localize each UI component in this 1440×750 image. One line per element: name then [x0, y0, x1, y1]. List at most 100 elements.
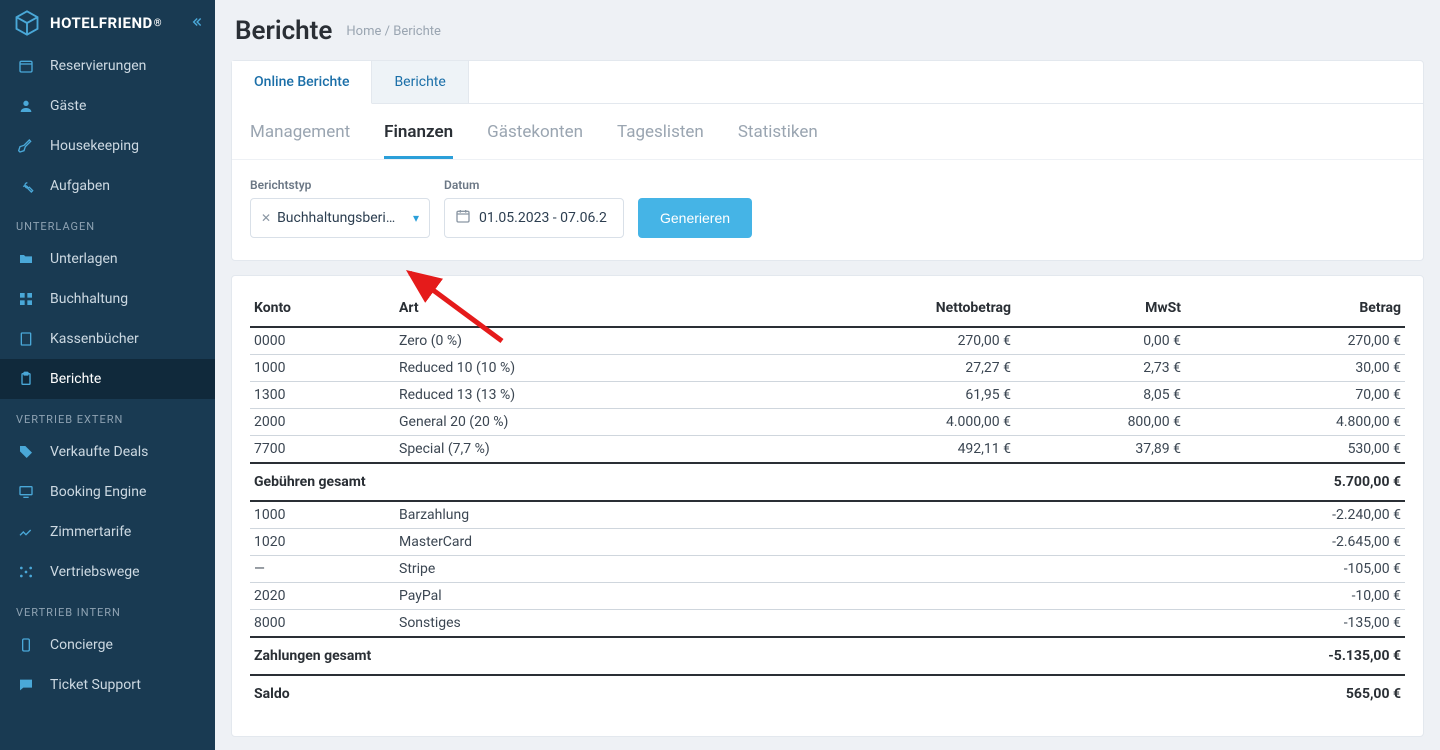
sidebar-item-zimmertarife[interactable]: Zimmertarife	[0, 512, 215, 552]
sidebar-collapse-icon[interactable]	[189, 14, 203, 33]
cell-art: Stripe	[395, 556, 795, 583]
sidebar-item-reservierungen[interactable]: Reservierungen	[0, 46, 215, 86]
sidebar-item-kassenbuecher[interactable]: Kassenbücher	[0, 319, 215, 359]
cell-art: Sonstiges	[395, 610, 795, 638]
brand-logo-icon	[12, 8, 42, 38]
sidebar-item-booking-engine[interactable]: Booking Engine	[0, 472, 215, 512]
breadcrumb-home[interactable]: Home	[346, 24, 381, 39]
sidebar-item-verkaufte-deals[interactable]: Verkaufte Deals	[0, 432, 215, 472]
sidebar-item-aufgaben[interactable]: Aufgaben	[0, 166, 215, 206]
wrench-icon	[16, 176, 36, 196]
breadcrumb: Home / Berichte	[346, 24, 440, 39]
sidebar: HOTELFRIEND® Reservierungen Gäste Housek…	[0, 0, 215, 750]
sidebar-item-label: Unterlagen	[50, 251, 118, 267]
cell-netto	[795, 501, 1015, 529]
cell-betrag: -135,00 €	[1185, 610, 1405, 638]
sidebar-item-ticket-support[interactable]: Ticket Support	[0, 665, 215, 705]
table-row: 1000Reduced 10 (10 %)27,27 €2,73 €30,00 …	[250, 355, 1405, 382]
table-row: 1020MasterCard-2.645,00 €	[250, 529, 1405, 556]
cell-betrag: 30,00 €	[1185, 355, 1405, 382]
subtab-management[interactable]: Management	[250, 122, 350, 159]
table-row: 2020PayPal-10,00 €	[250, 583, 1405, 610]
cell-betrag: 530,00 €	[1185, 436, 1405, 464]
cell-konto: 1300	[250, 382, 395, 409]
th-mwst: MwSt	[1015, 290, 1185, 327]
page-header: Berichte Home / Berichte	[231, 16, 1424, 46]
cell-art: Reduced 10 (10 %)	[395, 355, 795, 382]
chevron-down-icon: ▾	[413, 211, 419, 225]
tab-berichte[interactable]: Berichte	[372, 61, 468, 103]
cell-konto: 7700	[250, 436, 395, 464]
clipboard-icon	[16, 369, 36, 389]
field-label-date: Datum	[444, 178, 624, 192]
cell-netto: 492,11 €	[795, 436, 1015, 464]
cell-art: Reduced 13 (13 %)	[395, 382, 795, 409]
report-card: Konto Art Nettobetrag MwSt Betrag 0000Ze…	[231, 275, 1424, 737]
table-row: —Stripe-105,00 €	[250, 556, 1405, 583]
cell-konto: 1020	[250, 529, 395, 556]
sidebar-item-vertriebswege[interactable]: Vertriebswege	[0, 552, 215, 592]
table-row: 0000Zero (0 %)270,00 €0,00 €270,00 €	[250, 327, 1405, 355]
user-icon	[16, 96, 36, 116]
cell-mwst	[1015, 583, 1185, 610]
date-range-input[interactable]: 01.05.2023 - 07.06.2	[444, 198, 624, 238]
table-row: 1300Reduced 13 (13 %)61,95 €8,05 €70,00 …	[250, 382, 1405, 409]
th-betrag: Betrag	[1185, 290, 1405, 327]
broom-icon	[16, 136, 36, 156]
cell-betrag: 4.800,00 €	[1185, 409, 1405, 436]
subtab-tageslisten[interactable]: Tageslisten	[617, 122, 704, 159]
th-netto: Nettobetrag	[795, 290, 1015, 327]
cell-betrag: 270,00 €	[1185, 327, 1405, 355]
sidebar-item-label: Kassenbücher	[50, 331, 139, 347]
filters-row: Berichtstyp ✕ Buchhaltungsberi… ▾ Datum …	[232, 160, 1423, 260]
cell-netto: 27,27 €	[795, 355, 1015, 382]
sidebar-item-label: Verkaufte Deals	[50, 444, 148, 460]
cell-netto: 61,95 €	[795, 382, 1015, 409]
sidebar-section-unterlagen: UNTERLAGEN	[0, 206, 215, 239]
sidebar-item-concierge[interactable]: Concierge	[0, 625, 215, 665]
calendar-icon	[455, 208, 471, 228]
cell-betrag: 70,00 €	[1185, 382, 1405, 409]
payments-total-label: Zahlungen gesamt	[250, 637, 1185, 675]
sidebar-item-unterlagen[interactable]: Unterlagen	[0, 239, 215, 279]
sidebar-item-buchhaltung[interactable]: Buchhaltung	[0, 279, 215, 319]
sidebar-item-label: Aufgaben	[50, 178, 110, 194]
cell-mwst: 8,05 €	[1015, 382, 1185, 409]
cell-mwst: 2,73 €	[1015, 355, 1185, 382]
sidebar-item-gaeste[interactable]: Gäste	[0, 86, 215, 126]
tag-icon	[16, 442, 36, 462]
cell-mwst: 37,89 €	[1015, 436, 1185, 464]
report-type-select[interactable]: ✕ Buchhaltungsberi… ▾	[250, 198, 430, 238]
phone-icon	[16, 635, 36, 655]
chart-icon	[16, 522, 36, 542]
sidebar-item-berichte[interactable]: Berichte	[0, 359, 215, 399]
date-range-value: 01.05.2023 - 07.06.2	[479, 210, 607, 226]
fees-total-label: Gebühren gesamt	[250, 463, 1185, 501]
brand[interactable]: HOTELFRIEND®	[0, 0, 215, 46]
cell-netto	[795, 583, 1015, 610]
field-date: Datum 01.05.2023 - 07.06.2	[444, 178, 624, 238]
subtab-finanzen[interactable]: Finanzen	[384, 122, 453, 159]
cell-mwst	[1015, 529, 1185, 556]
subtab-statistiken[interactable]: Statistiken	[738, 122, 818, 159]
cell-betrag: -2.240,00 €	[1185, 501, 1405, 529]
sidebar-section-vertrieb-intern: VERTRIEB INTERN	[0, 592, 215, 625]
sidebar-item-label: Ticket Support	[50, 677, 141, 693]
filter-card: Online Berichte Berichte Management Fina…	[231, 60, 1424, 261]
clear-icon[interactable]: ✕	[261, 211, 271, 225]
th-art: Art	[395, 290, 795, 327]
tab-online-berichte[interactable]: Online Berichte	[232, 61, 372, 104]
sidebar-item-label: Reservierungen	[50, 58, 146, 74]
report-table: Konto Art Nettobetrag MwSt Betrag 0000Ze…	[250, 290, 1405, 712]
sub-tabs: Management Finanzen Gästekonten Tageslis…	[232, 104, 1423, 160]
sidebar-item-housekeeping[interactable]: Housekeeping	[0, 126, 215, 166]
field-label-type: Berichtstyp	[250, 178, 430, 192]
subtab-gaestekonten[interactable]: Gästekonten	[487, 122, 583, 159]
grid-icon	[16, 289, 36, 309]
generate-button[interactable]: Generieren	[638, 198, 752, 238]
table-row: 2000General 20 (20 %)4.000,00 €800,00 €4…	[250, 409, 1405, 436]
cell-netto	[795, 556, 1015, 583]
sidebar-section-vertrieb-extern: VERTRIEB EXTERN	[0, 399, 215, 432]
cell-konto: 1000	[250, 501, 395, 529]
brand-name: HOTELFRIEND	[50, 14, 153, 32]
